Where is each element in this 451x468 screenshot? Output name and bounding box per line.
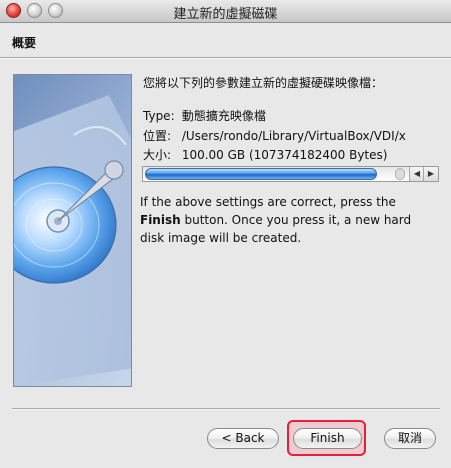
type-label: Type:: [143, 109, 175, 123]
type-value: 動態擴充映像檔: [181, 109, 266, 123]
page-title: 概要: [12, 36, 37, 50]
instructions-line1: If the above settings are correct, press…: [140, 195, 396, 209]
summary-heading: 您將以下列的參數建立新的虛擬硬碟映像檔：: [143, 76, 384, 90]
location-value: /Users/rondo/Library/VirtualBox/VDI/x: [181, 129, 406, 143]
hard-disk-illustration: [13, 74, 132, 387]
title-bar[interactable]: 建立新的虛擬磁碟: [0, 0, 451, 23]
hard-disk-icon: [14, 95, 131, 386]
scrollbar-thumb[interactable]: [145, 168, 377, 180]
location-label: 位置:: [143, 129, 172, 143]
scroll-right-icon[interactable]: ▶: [423, 167, 438, 181]
instructions-text: If the above settings are correct, press…: [140, 193, 430, 247]
window-title: 建立新的虛擬磁碟: [173, 7, 278, 22]
horizontal-scrollbar[interactable]: ◀ ▶: [142, 166, 439, 182]
instructions-line2: button. Once you press it, a new hard di…: [140, 213, 412, 245]
footer-divider: [12, 408, 440, 410]
back-button[interactable]: < Back: [207, 428, 279, 449]
size-row: 大小: 100.00 GB (107374182400 Bytes): [143, 146, 387, 163]
instructions-finish-word: Finish: [140, 213, 181, 227]
scrollbar-track-end: [395, 168, 405, 180]
location-row: 位置: /Users/rondo/Library/VirtualBox/VDI/…: [143, 127, 406, 144]
finish-button[interactable]: Finish: [293, 428, 362, 449]
type-row: Type: 動態擴充映像檔: [143, 107, 266, 124]
header-divider: [0, 57, 451, 59]
size-value: 100.00 GB (107374182400 Bytes): [181, 148, 388, 162]
cancel-button[interactable]: 取消: [384, 428, 436, 449]
size-label: 大小:: [143, 148, 172, 162]
scroll-left-icon[interactable]: ◀: [409, 167, 424, 181]
wizard-window: 建立新的虛擬磁碟 概要 您將以下列的參數建立新的虛擬硬碟映像檔： Type: 動…: [0, 0, 451, 468]
